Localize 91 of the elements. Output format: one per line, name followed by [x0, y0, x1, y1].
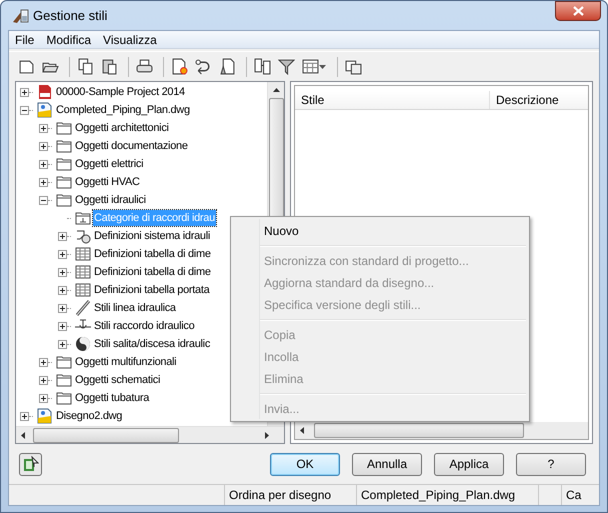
- scroll-left-icon[interactable]: [21, 432, 25, 439]
- horizontal-scrollbar[interactable]: [295, 422, 588, 440]
- tree-item[interactable]: Oggetti elettrici: [74, 156, 144, 172]
- expand-icon[interactable]: [39, 376, 48, 385]
- folder-icon: [56, 354, 72, 370]
- expand-icon[interactable]: [58, 304, 67, 313]
- status-text: Completed_Piping_Plan.dwg: [361, 488, 516, 502]
- project-file-icon: [37, 84, 53, 100]
- tree-item[interactable]: Definizioni sistema idrauli: [93, 228, 212, 244]
- app-icon: [11, 6, 29, 25]
- expand-icon[interactable]: [39, 160, 48, 169]
- dialog-button[interactable]: ?: [516, 452, 586, 476]
- valve-icon: [75, 228, 91, 244]
- close-icon: [572, 6, 584, 16]
- table-icon: [75, 246, 91, 262]
- horizontal-scrollbar[interactable]: [16, 426, 284, 444]
- drawing-file-icon: [37, 102, 53, 118]
- expand-icon[interactable]: [58, 232, 67, 241]
- tree-item[interactable]: Disegno2.dwg: [55, 408, 124, 424]
- tree-item[interactable]: Stili salita/discesa idraulic: [93, 336, 212, 352]
- dialog-button[interactable]: Annulla: [352, 452, 422, 476]
- tree-item[interactable]: Completed_Piping_Plan.dwg: [55, 102, 191, 118]
- caret-icon[interactable]: [319, 64, 326, 69]
- sphere-icon: [75, 336, 91, 352]
- expand-icon[interactable]: [20, 88, 29, 97]
- tree-item[interactable]: Oggetti idraulici: [74, 192, 147, 208]
- dialog-button[interactable]: OK: [270, 452, 340, 476]
- tree-item[interactable]: Definizioni tabella portata: [93, 282, 210, 298]
- tree-item[interactable]: Oggetti schematici: [74, 372, 162, 388]
- drawing-file-icon: [37, 408, 53, 424]
- folder-icon: [56, 372, 72, 388]
- column-header[interactable]: Stile: [295, 91, 490, 110]
- window-swap-icon[interactable]: [345, 58, 362, 76]
- menu-item[interactable]: Modifica: [46, 30, 92, 49]
- folder-icon: [56, 192, 72, 208]
- tree-item[interactable]: Oggetti tubatura: [74, 390, 150, 406]
- expand-icon[interactable]: [58, 340, 67, 349]
- folder-icon: [56, 120, 72, 136]
- dialog-button[interactable]: Applica: [434, 452, 504, 476]
- collapse-icon[interactable]: [39, 196, 48, 205]
- pipe-icon: [75, 300, 91, 316]
- tree-item[interactable]: Definizioni tabella di dime: [93, 264, 212, 280]
- category-folder-icon: [75, 210, 91, 226]
- scroll-thumb[interactable]: [33, 428, 179, 443]
- expand-icon[interactable]: [39, 358, 48, 367]
- window-title: Gestione stili: [33, 6, 108, 25]
- expand-icon[interactable]: [58, 286, 67, 295]
- tree-item[interactable]: Oggetti multifunzionali: [74, 354, 178, 370]
- tree-item[interactable]: 00000-Sample Project 2014: [55, 84, 186, 100]
- scroll-up-icon[interactable]: [272, 88, 280, 92]
- folder-icon: [56, 390, 72, 406]
- menu-item[interactable]: File: [15, 30, 34, 49]
- menu-item[interactable]: Nuovo: [264, 222, 299, 240]
- new-document-icon[interactable]: [18, 58, 35, 76]
- status-text: Ordina per disegno: [229, 488, 332, 502]
- collapse-icon[interactable]: [20, 106, 29, 115]
- tree-item[interactable]: Oggetti HVAC: [74, 174, 141, 190]
- filter-icon[interactable]: [278, 58, 295, 76]
- tree-item[interactable]: Stili linea idraulica: [93, 300, 177, 316]
- folder-icon: [56, 138, 72, 154]
- scroll-thumb[interactable]: [314, 423, 524, 438]
- expand-icon[interactable]: [39, 142, 48, 151]
- menu-item[interactable]: Visualizza: [103, 30, 157, 49]
- paste-icon[interactable]: [101, 58, 118, 76]
- close-button[interactable]: [555, 1, 601, 21]
- expand-icon[interactable]: [39, 178, 48, 187]
- column-header[interactable]: Descrizione: [490, 91, 588, 110]
- copy-icon[interactable]: [77, 58, 94, 76]
- tree-item[interactable]: Stili raccordo idraulico: [93, 318, 196, 334]
- expand-icon[interactable]: [58, 322, 67, 331]
- grid-view-icon[interactable]: [302, 58, 319, 76]
- tree-item[interactable]: Oggetti documentazione: [74, 138, 189, 154]
- expand-icon[interactable]: [58, 268, 67, 277]
- export-icon: [22, 456, 38, 472]
- folder-icon: [56, 156, 72, 172]
- tree-item[interactable]: Oggetti architettonici: [74, 120, 170, 136]
- tree-item[interactable]: Definizioni tabella di dime: [93, 246, 212, 262]
- printer-icon[interactable]: [136, 58, 153, 76]
- expand-icon[interactable]: [39, 124, 48, 133]
- status-text: Ca: [566, 488, 582, 502]
- table-icon: [75, 264, 91, 280]
- loop-arrow-icon[interactable]: [195, 58, 212, 76]
- scroll-left-icon[interactable]: [300, 427, 304, 434]
- table-icon: [75, 282, 91, 298]
- expand-icon[interactable]: [20, 412, 29, 421]
- scroll-right-icon[interactable]: [265, 432, 269, 439]
- compare-icon[interactable]: [254, 58, 271, 76]
- expand-icon[interactable]: [39, 394, 48, 403]
- folder-icon: [56, 174, 72, 190]
- expand-icon[interactable]: [58, 250, 67, 259]
- export-button[interactable]: [19, 452, 42, 476]
